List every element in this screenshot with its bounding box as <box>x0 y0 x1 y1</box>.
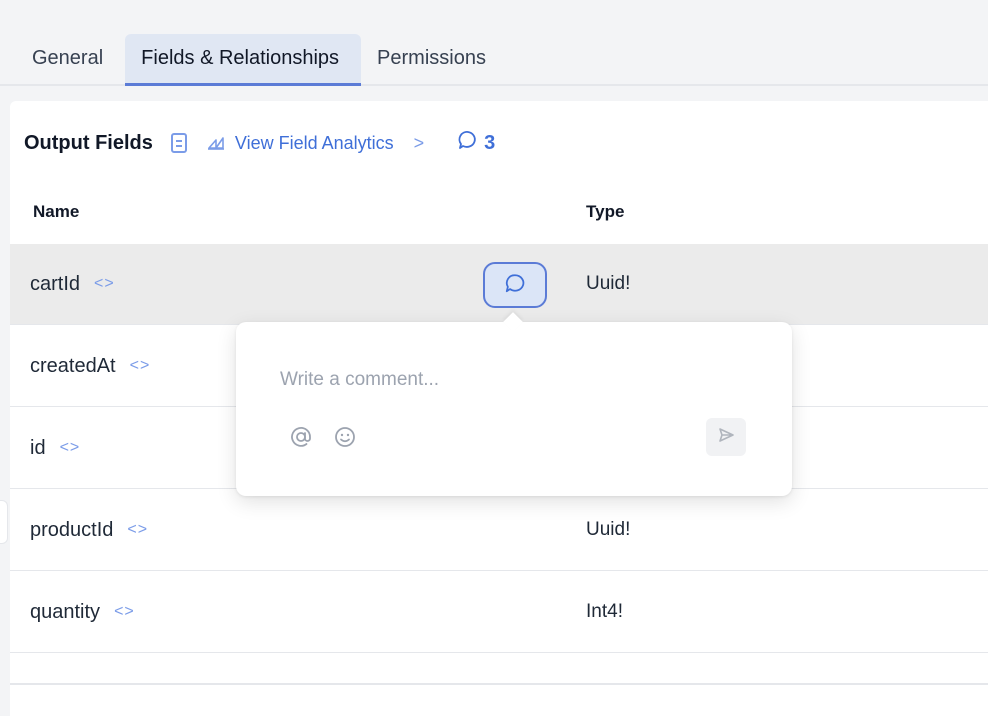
field-type: Uuid! <box>586 519 631 540</box>
send-icon <box>716 425 736 450</box>
table-row[interactable]: cartId <> Uuid! <box>10 244 988 325</box>
tab-general[interactable]: General <box>16 32 125 84</box>
comment-bubble-icon <box>504 272 526 299</box>
at-sign-icon[interactable] <box>288 424 314 450</box>
chart-icon <box>207 136 225 150</box>
field-name-cell: productId <> <box>30 490 148 570</box>
output-fields-header: Output Fields View Field Analytics > 3 <box>24 130 495 156</box>
tab-bar: General Fields & Relationships Permissio… <box>0 32 988 86</box>
tab-permissions[interactable]: Permissions <box>361 32 508 84</box>
field-name-cell: quantity <> <box>30 572 135 652</box>
comment-bubble-icon <box>458 130 478 156</box>
field-name: cartId <box>30 272 81 295</box>
field-name: id <box>30 436 46 459</box>
code-icon[interactable]: <> <box>94 275 115 293</box>
smiley-icon[interactable] <box>332 424 358 450</box>
field-name-cell: createdAt <> <box>30 326 150 406</box>
comment-popover <box>236 322 792 496</box>
field-name-cell: cartId <> <box>30 244 115 324</box>
comment-count-button[interactable]: 3 <box>458 130 495 156</box>
view-field-analytics-label: View Field Analytics <box>234 132 394 153</box>
column-header-type: Type <box>586 202 625 221</box>
add-comment-button[interactable] <box>483 262 547 308</box>
document-icon[interactable] <box>170 133 187 153</box>
chevron-right-icon: > <box>413 132 425 153</box>
comment-count-value: 3 <box>484 131 496 154</box>
field-name: productId <box>30 518 114 541</box>
code-icon[interactable]: <> <box>130 357 151 375</box>
code-icon[interactable]: <> <box>127 521 148 539</box>
output-fields-title: Output Fields <box>24 131 153 154</box>
table-row[interactable]: productId <> Uuid! <box>10 490 988 571</box>
field-name-cell: id <> <box>30 408 80 488</box>
code-icon[interactable]: <> <box>60 439 81 457</box>
side-handle[interactable] <box>0 500 8 544</box>
field-name: quantity <box>30 600 101 623</box>
field-type: Int4! <box>586 601 623 622</box>
table-bottom-divider <box>10 683 988 685</box>
field-type: Uuid! <box>586 273 631 294</box>
field-name: createdAt <box>30 354 116 377</box>
tab-fields-relationships[interactable]: Fields & Relationships <box>125 34 362 86</box>
code-icon[interactable]: <> <box>114 603 135 621</box>
view-field-analytics-link[interactable]: View Field Analytics > <box>207 133 424 154</box>
send-comment-button[interactable] <box>706 418 746 456</box>
column-header-name: Name <box>33 202 80 221</box>
comment-input[interactable] <box>280 364 740 396</box>
table-row[interactable]: quantity <> Int4! <box>10 572 988 653</box>
